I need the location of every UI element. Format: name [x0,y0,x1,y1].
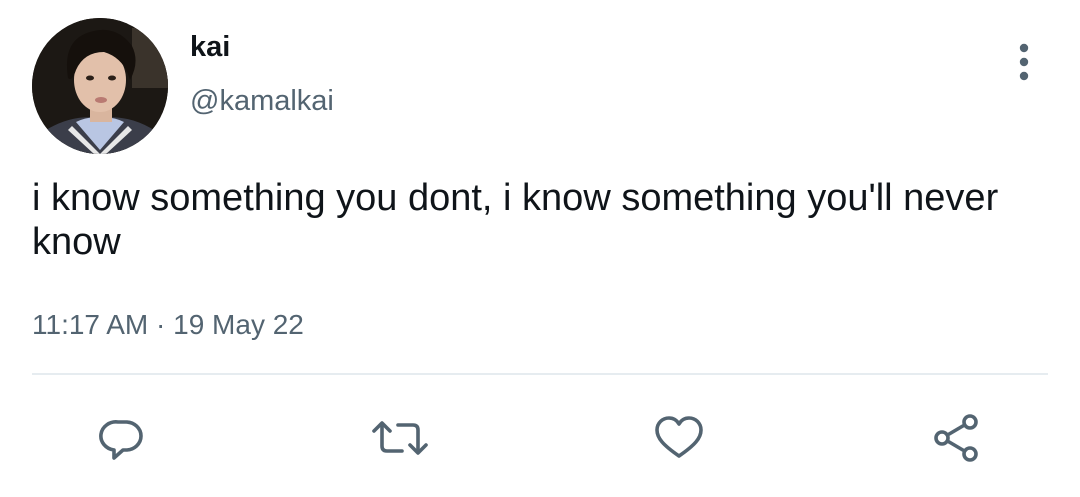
retweet-button[interactable] [368,408,432,468]
share-icon [934,414,978,462]
reply-button[interactable] [90,408,154,468]
like-icon [655,416,703,458]
display-name[interactable]: kai [190,30,230,64]
more-options-button[interactable] [1004,40,1044,86]
more-vertical-icon [1019,43,1029,81]
tweet-timestamp[interactable]: 11:17 AM · 19 May 22 [32,308,304,342]
tweet-date: 19 May 22 [173,309,304,340]
username-handle[interactable]: @kamalkai [190,84,334,118]
divider [32,373,1048,375]
avatar[interactable] [32,18,168,154]
avatar-image [32,18,168,154]
tweet-time: 11:17 AM [32,309,149,340]
meta-separator: · [156,309,166,340]
retweet-icon [372,421,428,455]
reply-icon [99,420,143,460]
tweet-text: i know something you dont, i know someth… [32,177,999,263]
like-button[interactable] [647,408,711,468]
share-button[interactable] [926,408,990,468]
